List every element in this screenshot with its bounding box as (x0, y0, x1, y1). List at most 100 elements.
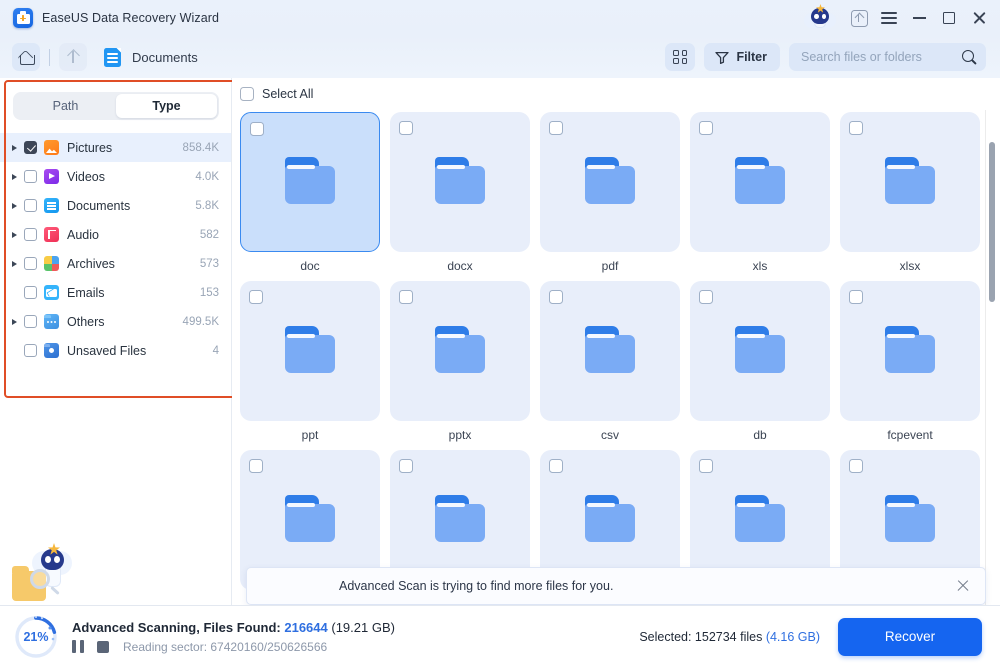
tile-item[interactable]: db (690, 281, 830, 442)
tile-label: pptx (449, 428, 472, 442)
tile-item[interactable]: xls (690, 112, 830, 273)
tile-thumbnail[interactable] (390, 281, 530, 421)
search-input[interactable] (801, 50, 962, 64)
expand-caret-icon[interactable] (8, 145, 20, 151)
checkbox-emails[interactable] (24, 286, 37, 299)
sidebar-item-documents[interactable]: Documents 5.8K (0, 191, 231, 220)
segment-type[interactable]: Type (116, 94, 217, 118)
tile-checkbox[interactable] (699, 290, 713, 304)
tile-checkbox[interactable] (250, 122, 264, 136)
checkbox-videos[interactable] (24, 170, 37, 183)
view-mode-segmented-control[interactable]: Path Type (13, 92, 219, 120)
folder-icon (729, 326, 791, 376)
tile-item[interactable]: csv (540, 281, 680, 442)
tile-thumbnail[interactable] (540, 112, 680, 252)
expand-caret-icon[interactable] (8, 261, 20, 267)
checkbox-archives[interactable] (24, 257, 37, 270)
upgrade-button[interactable] (844, 4, 874, 32)
close-button[interactable] (964, 4, 994, 32)
sidebar-item-others[interactable]: Others 499.5K (0, 307, 231, 336)
tile-item[interactable]: fcpevent (840, 281, 980, 442)
app-title: EaseUS Data Recovery Wizard (42, 11, 219, 25)
tile-checkbox[interactable] (849, 121, 863, 135)
title-bar: EaseUS Data Recovery Wizard (0, 0, 1000, 36)
checkbox-audio[interactable] (24, 228, 37, 241)
upgrade-arrow-icon (851, 10, 868, 27)
tile-thumbnail[interactable] (840, 112, 980, 252)
folder-icon (879, 157, 941, 207)
tile-checkbox[interactable] (549, 121, 563, 135)
sidebar-item-archives[interactable]: Archives 573 (0, 249, 231, 278)
search-box[interactable] (789, 43, 986, 71)
scrollbar-track[interactable] (985, 110, 1000, 605)
recover-button[interactable]: Recover (838, 618, 982, 656)
expand-caret-icon[interactable] (8, 203, 20, 209)
filter-button[interactable]: Filter (704, 43, 780, 71)
sidebar-item-audio[interactable]: Audio 582 (0, 220, 231, 249)
sidebar-item-emails[interactable]: Emails 153 (0, 278, 231, 307)
checkbox-documents[interactable] (24, 199, 37, 212)
breadcrumb[interactable]: Documents (132, 50, 198, 65)
checkbox-pictures[interactable] (24, 141, 37, 154)
mascot-avatar-icon[interactable] (802, 5, 838, 31)
sidebar-item-count: 582 (200, 229, 219, 241)
tile-label: xls (753, 259, 768, 273)
sidebar-item-videos[interactable]: Videos 4.0K (0, 162, 231, 191)
tile-thumbnail[interactable] (540, 281, 680, 421)
tile-item[interactable]: doc (240, 112, 380, 273)
toast-close-button[interactable] (955, 578, 971, 594)
tile-item[interactable]: pptx (390, 281, 530, 442)
tile-checkbox[interactable] (849, 290, 863, 304)
sidebar-item-count: 4.0K (195, 171, 219, 183)
tile-checkbox[interactable] (549, 459, 563, 473)
go-up-button[interactable] (59, 43, 87, 71)
expand-caret-icon[interactable] (8, 174, 20, 180)
tile-checkbox[interactable] (849, 459, 863, 473)
tile-thumbnail[interactable] (840, 281, 980, 421)
tile-checkbox[interactable] (249, 290, 263, 304)
scrollbar-thumb[interactable] (989, 142, 995, 302)
tile-item[interactable]: ppt (240, 281, 380, 442)
tile-thumbnail[interactable] (240, 281, 380, 421)
select-all-row[interactable]: Select All (232, 78, 1000, 110)
folder-icon (729, 157, 791, 207)
home-icon (19, 50, 34, 64)
maximize-button[interactable] (934, 4, 964, 32)
tile-thumbnail[interactable] (690, 281, 830, 421)
tile-thumbnail[interactable] (390, 112, 530, 252)
checkbox-unsaved-files[interactable] (24, 344, 37, 357)
segment-path[interactable]: Path (15, 94, 116, 118)
tile-item[interactable]: docx (390, 112, 530, 273)
sidebar-item-pictures[interactable]: Pictures 858.4K (0, 133, 231, 162)
home-button[interactable] (12, 43, 40, 71)
stop-icon[interactable] (97, 641, 109, 653)
pause-icon[interactable] (72, 640, 86, 653)
sidebar-item-unsaved-files[interactable]: Unsaved Files 4 (0, 336, 231, 365)
checkbox-others[interactable] (24, 315, 37, 328)
search-icon[interactable] (962, 50, 977, 65)
expand-caret-icon[interactable] (8, 232, 20, 238)
expand-caret-icon[interactable] (8, 319, 20, 325)
tile-checkbox[interactable] (399, 290, 413, 304)
grid-view-button[interactable] (665, 43, 695, 71)
file-browser: Select All doc (232, 78, 1000, 605)
tile-checkbox[interactable] (699, 121, 713, 135)
tile-checkbox[interactable] (249, 459, 263, 473)
tile-thumbnail[interactable] (690, 112, 830, 252)
folder-icon (579, 157, 641, 207)
tile-item[interactable]: pdf (540, 112, 680, 273)
sidebar-item-label: Emails (67, 286, 105, 300)
emails-icon (44, 285, 59, 300)
sector-status: Reading sector: 67420160/250626566 (123, 640, 327, 654)
tile-checkbox[interactable] (399, 459, 413, 473)
toast-message: Advanced Scan is trying to find more fil… (339, 579, 613, 593)
tile-thumbnail[interactable] (240, 112, 380, 252)
select-all-checkbox[interactable] (240, 87, 254, 101)
folder-icon (579, 495, 641, 545)
tile-checkbox[interactable] (399, 121, 413, 135)
minimize-button[interactable] (904, 4, 934, 32)
menu-button[interactable] (874, 4, 904, 32)
tile-checkbox[interactable] (699, 459, 713, 473)
tile-item[interactable]: xlsx (840, 112, 980, 273)
tile-checkbox[interactable] (549, 290, 563, 304)
